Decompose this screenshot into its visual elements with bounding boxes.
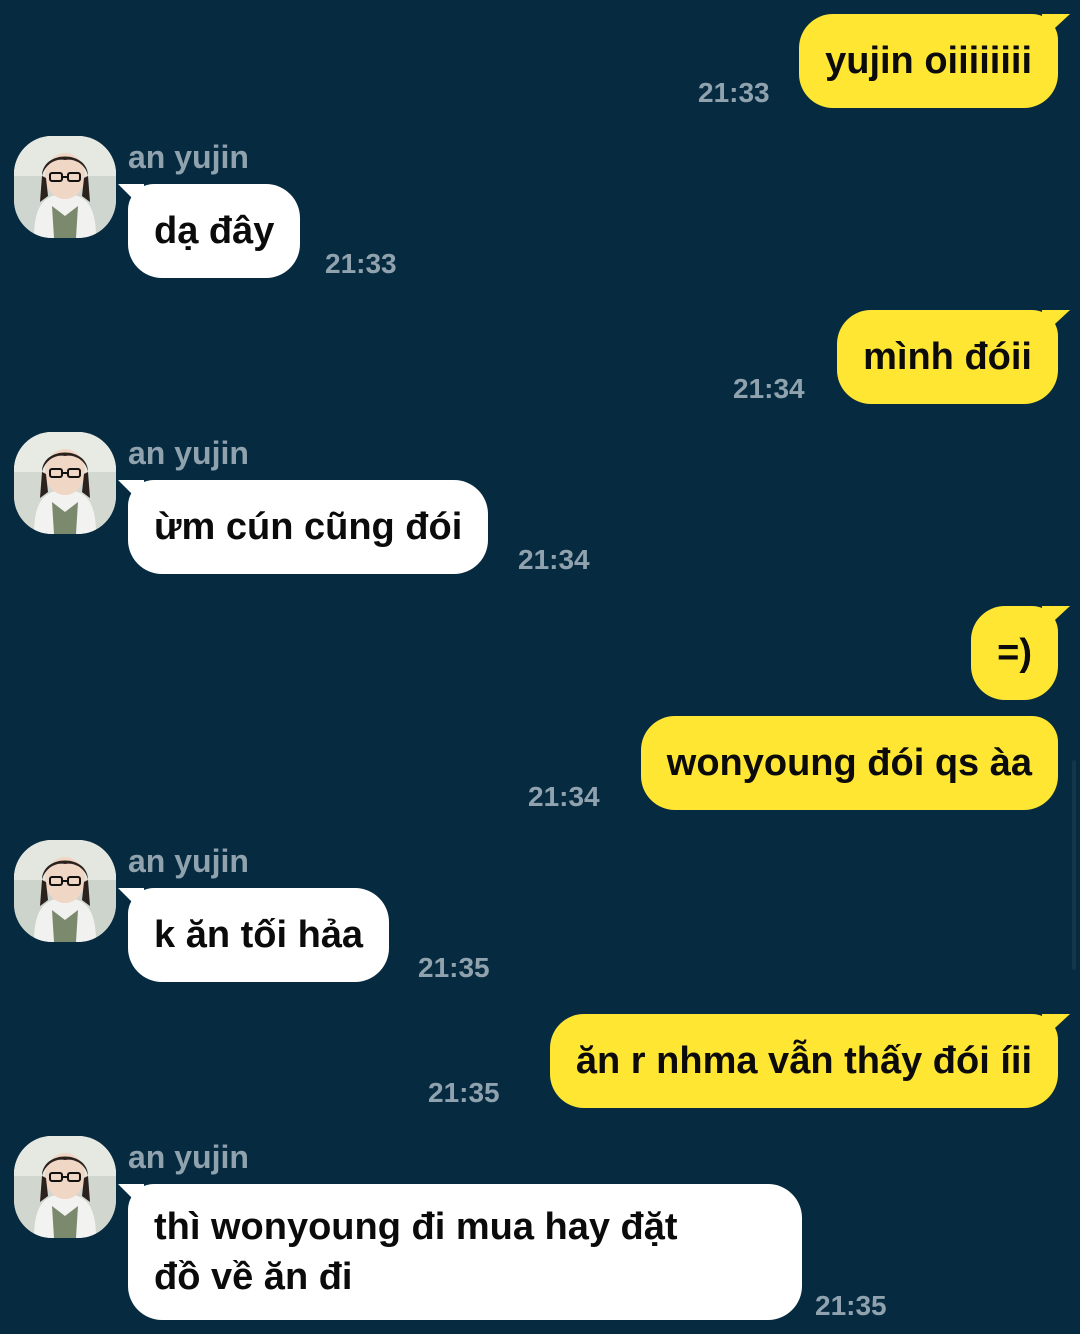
- message-timestamp: 21:34: [528, 781, 600, 812]
- avatar-photo-icon: [14, 1136, 116, 1238]
- avatar-photo-icon: [14, 136, 116, 238]
- message-timestamp: 21:34: [518, 544, 590, 575]
- avatar-photo-icon: [14, 432, 116, 534]
- message-timestamp: 21:33: [698, 77, 770, 108]
- incoming-message-bubble[interactable]: dạ đây: [128, 184, 301, 278]
- message-timestamp: 21:34: [733, 373, 805, 404]
- outgoing-message-bubble[interactable]: wonyoung đói qs àa: [640, 716, 1058, 810]
- message-timestamp: 21:33: [325, 248, 397, 279]
- incoming-message-bubble[interactable]: ừm cún cũng đói: [128, 480, 489, 574]
- outgoing-message-bubble[interactable]: mình đóii: [837, 310, 1058, 404]
- chat-thread[interactable]: yujin oiiiiiiii 21:33 an yujin dạ đây 21…: [0, 0, 1080, 1334]
- sender-name: an yujin: [128, 139, 249, 175]
- sender-name: an yujin: [128, 435, 249, 471]
- contact-avatar[interactable]: [14, 136, 116, 238]
- avatar-photo-icon: [14, 840, 116, 942]
- scrollbar[interactable]: [1072, 760, 1076, 970]
- message-line: đồ về ăn đi: [154, 1256, 353, 1298]
- outgoing-message-bubble[interactable]: =): [971, 606, 1058, 700]
- sender-name: an yujin: [128, 1139, 249, 1175]
- message-timestamp: 21:35: [428, 1077, 500, 1108]
- incoming-message-bubble[interactable]: k ăn tối hảa: [128, 888, 390, 982]
- outgoing-message-bubble[interactable]: yujin oiiiiiiii: [799, 14, 1058, 108]
- message-timestamp: 21:35: [815, 1290, 887, 1321]
- contact-avatar[interactable]: [14, 432, 116, 534]
- sender-name: an yujin: [128, 843, 249, 879]
- message-timestamp: 21:35: [418, 952, 490, 983]
- contact-avatar[interactable]: [14, 1136, 116, 1238]
- message-line: thì wonyoung đi mua hay đặt: [154, 1206, 678, 1248]
- outgoing-message-bubble[interactable]: ăn r nhma vẫn thấy đói íii: [549, 1014, 1058, 1108]
- contact-avatar[interactable]: [14, 840, 116, 942]
- incoming-message-bubble[interactable]: thì wonyoung đi mua hay đặt đồ về ăn đi: [128, 1184, 802, 1320]
